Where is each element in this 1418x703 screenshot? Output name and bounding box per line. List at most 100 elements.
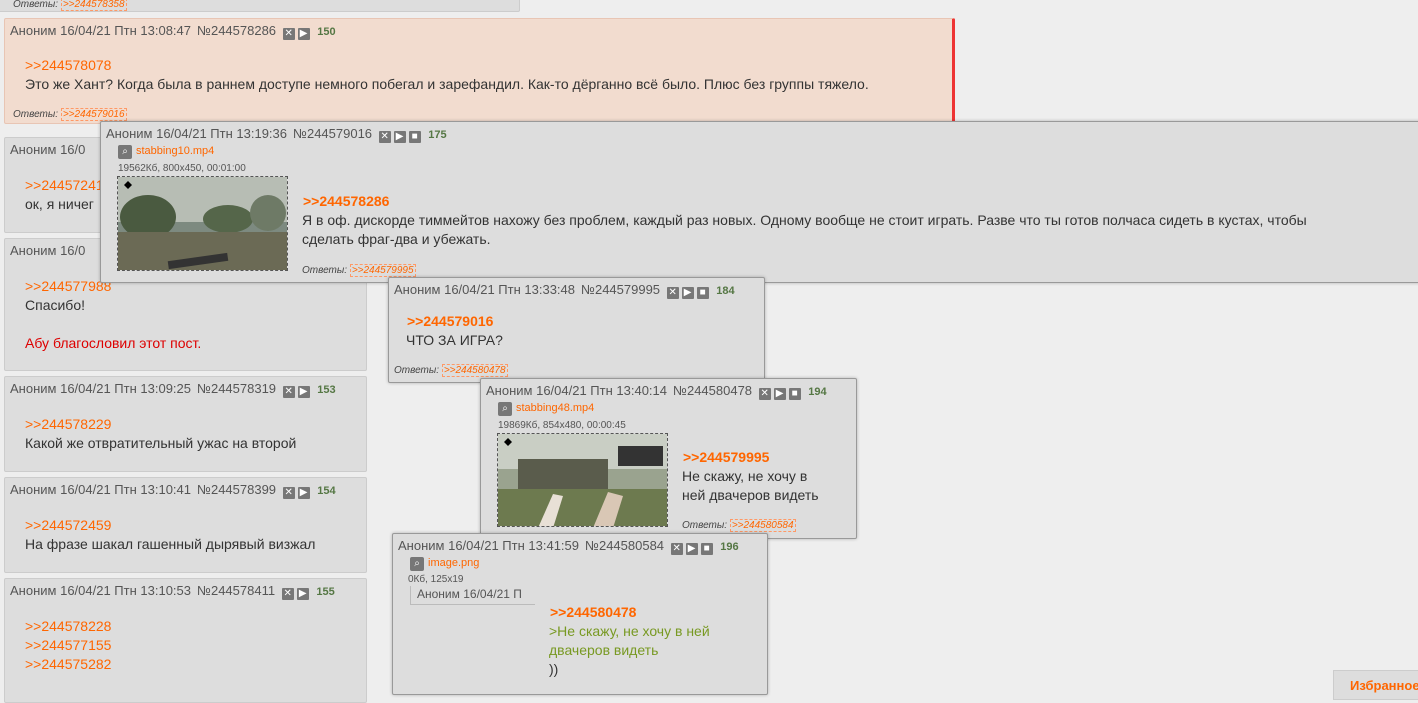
- post-id[interactable]: №244579016: [293, 126, 372, 141]
- post-header: Аноним 16/04/21 Птн 13:40:14 №244580478 ✕…: [486, 383, 827, 400]
- post-244578319: Аноним 16/04/21 Птн 13:09:25 №244578319 ✕…: [4, 376, 367, 472]
- video-thumbnail-image: [498, 434, 667, 526]
- post-text: На фразе шакал гашенный дырявый визжал: [25, 536, 316, 552]
- author: Аноним: [394, 282, 441, 297]
- reply-link[interactable]: >>244580478: [441, 364, 508, 377]
- replies-label: Ответы:: [682, 520, 728, 531]
- post-count: 175: [428, 129, 447, 141]
- hide-icon[interactable]: ✕: [281, 588, 294, 600]
- hide-icon[interactable]: ✕: [378, 131, 391, 143]
- post-count: 150: [317, 26, 336, 38]
- post-text: Какой же отвратительный ужас на второй: [25, 435, 297, 451]
- post-text-line-2: ней двачеров видеть: [682, 487, 819, 503]
- date: 16/04/21 Птн 13:09:25: [60, 381, 192, 396]
- post-count: 184: [716, 285, 735, 297]
- post-header: Аноним 16/04/21 Птн 13:09:25 №244578319 ✕…: [10, 381, 336, 398]
- post-id[interactable]: №244578286: [197, 23, 276, 38]
- mod-note: Абу благословил этот пост.: [25, 335, 202, 351]
- hide-icon[interactable]: ✕: [282, 487, 295, 499]
- reply-ref[interactable]: >>244572459: [25, 516, 111, 535]
- reply-ref[interactable]: >>244577988: [25, 277, 111, 296]
- author: Аноним: [10, 381, 57, 396]
- play-icon[interactable]: ▶: [297, 386, 310, 398]
- video-thumbnail[interactable]: [117, 176, 288, 271]
- reply-link[interactable]: >>244579016: [60, 108, 127, 121]
- post-text: Спасибо!: [25, 297, 85, 313]
- replies-label: Ответы:: [394, 365, 440, 376]
- file-meta: 0Кб, 125x19: [408, 574, 464, 585]
- play-icon[interactable]: ▶: [297, 487, 310, 499]
- post-text-line-2: сделать фраг-два и убежать.: [302, 231, 491, 247]
- hide-icon[interactable]: ✕: [758, 388, 771, 400]
- author: Аноним: [10, 482, 57, 497]
- post-text: ЧТО ЗА ИГРА?: [406, 332, 503, 348]
- reply-ref[interactable]: >>244578228: [25, 617, 111, 636]
- reply-ref[interactable]: >>244578078: [25, 56, 111, 75]
- file-name[interactable]: stabbing48.mp4: [516, 402, 594, 414]
- reply-ref[interactable]: >>244578286: [303, 192, 389, 211]
- post-text-line-1: Не скажу, не хочу в: [682, 468, 808, 484]
- search-icon[interactable]: ⌕: [118, 145, 132, 159]
- hide-icon[interactable]: ✕: [666, 287, 679, 299]
- post-header: Аноним 16/04/21 Птн 13:41:59 №244580584 ✕…: [398, 538, 739, 555]
- post-count: 153: [317, 384, 336, 396]
- post-id[interactable]: №244579995: [581, 282, 660, 297]
- reply-ref[interactable]: >>244579016: [407, 312, 493, 331]
- date: 16/04/21 Птн 13:10:41: [60, 482, 192, 497]
- quote-line-1: >Не скажу, не хочу в ней: [549, 623, 710, 639]
- stop-icon[interactable]: ■: [700, 543, 713, 555]
- reply-ref[interactable]: >>24457241: [25, 176, 104, 195]
- stop-icon[interactable]: ■: [696, 287, 709, 299]
- post-text-line-1: Я в оф. дискорде тиммейтов нахожу без пр…: [302, 212, 1307, 228]
- post-header: Аноним 16/04/21 Птн 13:19:36 №244579016 ✕…: [106, 126, 447, 143]
- play-icon[interactable]: ▶: [297, 28, 310, 40]
- post-id[interactable]: №244580584: [585, 538, 664, 553]
- play-icon[interactable]: ▶: [681, 287, 694, 299]
- file-name[interactable]: image.png: [428, 557, 479, 569]
- date: 16/04/21 Птн 13:08:47: [60, 23, 192, 38]
- reply-link[interactable]: >>244580584: [729, 519, 796, 532]
- search-icon[interactable]: ⌕: [410, 557, 424, 571]
- date: 16/04/21 Птн 13:41:59: [448, 538, 580, 553]
- author: Аноним: [10, 23, 57, 38]
- post-id[interactable]: №244580478: [673, 383, 752, 398]
- hide-icon[interactable]: ✕: [282, 386, 295, 398]
- post-id[interactable]: №244578411: [197, 583, 275, 598]
- file-meta: 19562Кб, 800x450, 00:01:00: [118, 163, 246, 174]
- post-244578286: Аноним 16/04/21 Птн 13:08:47 №244578286 ✕…: [4, 18, 955, 124]
- reply-link[interactable]: >>244579995: [349, 264, 416, 277]
- reply-ref[interactable]: >>244575282: [25, 655, 111, 674]
- reply-ref[interactable]: >>244579995: [683, 448, 769, 467]
- reply-link[interactable]: >>244578358: [60, 0, 127, 11]
- hide-icon[interactable]: ✕: [670, 543, 683, 555]
- favorites-button[interactable]: Избранное: [1333, 670, 1418, 700]
- image-thumbnail[interactable]: Аноним 16/04/21 П: [410, 586, 535, 605]
- popup-post-244579995: Аноним 16/04/21 Птн 13:33:48 №244579995 ✕…: [388, 277, 765, 383]
- play-icon[interactable]: ▶: [773, 388, 786, 400]
- play-icon[interactable]: ▶: [393, 131, 406, 143]
- date: 16/04/21 Птн 13:19:36: [156, 126, 288, 141]
- stop-icon[interactable]: ■: [788, 388, 801, 400]
- play-icon[interactable]: ▶: [296, 588, 309, 600]
- author: Аноним: [398, 538, 445, 553]
- hide-icon[interactable]: ✕: [282, 28, 295, 40]
- play-icon[interactable]: ▶: [685, 543, 698, 555]
- post-text: Это же Хант? Когда была в раннем доступе…: [25, 76, 869, 92]
- post-count: 196: [720, 541, 739, 553]
- author: Аноним: [106, 126, 153, 141]
- video-thumbnail[interactable]: [497, 433, 668, 527]
- stop-icon[interactable]: ■: [408, 131, 421, 143]
- post-id[interactable]: №244578319: [197, 381, 276, 396]
- post-text: )): [549, 661, 559, 677]
- post-header: Аноним 16/04/21 Птн 13:33:48 №244579995 ✕…: [394, 282, 735, 299]
- search-icon[interactable]: ⌕: [498, 402, 512, 416]
- replies-label: Ответы:: [13, 109, 59, 120]
- reply-ref[interactable]: >>244578229: [25, 415, 111, 434]
- reply-ref[interactable]: >>244580478: [550, 603, 636, 622]
- post-id[interactable]: №244578399: [197, 482, 276, 497]
- post-header: Аноним 16/04/21 Птн 13:10:41 №244578399 ✕…: [10, 482, 336, 499]
- file-name[interactable]: stabbing10.mp4: [136, 145, 214, 157]
- post-header: Аноним 16/0: [10, 142, 86, 157]
- popup-post-244580584: Аноним 16/04/21 Птн 13:41:59 №244580584 ✕…: [392, 533, 768, 695]
- reply-ref[interactable]: >>244577155: [25, 636, 111, 655]
